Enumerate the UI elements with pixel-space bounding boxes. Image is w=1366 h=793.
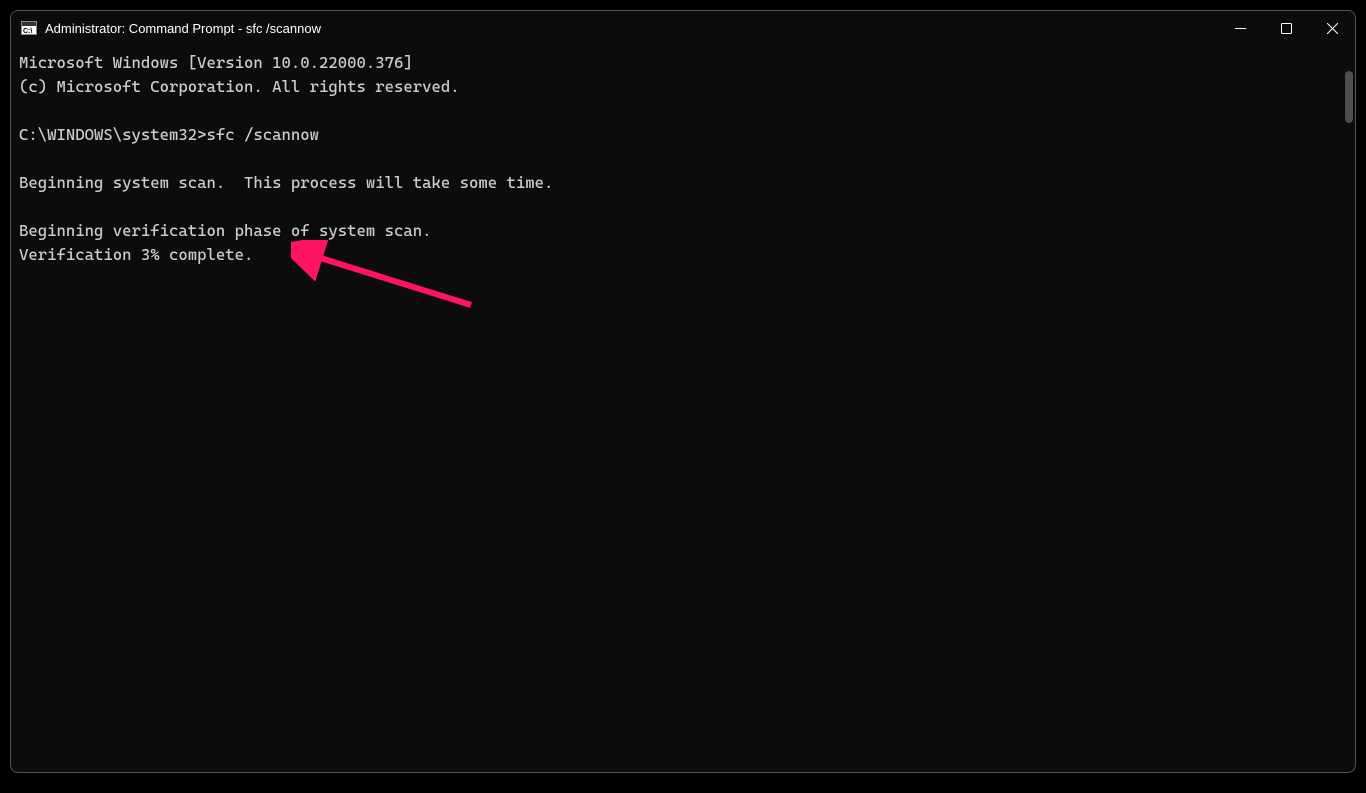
window-controls	[1217, 11, 1355, 45]
close-icon	[1327, 23, 1338, 34]
output-line: Beginning system scan. This process will…	[19, 173, 553, 192]
scrollbar-thumb[interactable]	[1345, 71, 1353, 123]
output-line: (c) Microsoft Corporation. All rights re…	[19, 77, 460, 96]
cmd-icon-label: C:\	[23, 28, 32, 35]
window-title: Administrator: Command Prompt - sfc /sca…	[45, 21, 321, 36]
scrollbar[interactable]	[1343, 47, 1353, 770]
maximize-button[interactable]	[1263, 11, 1309, 45]
output-line: Beginning verification phase of system s…	[19, 221, 432, 240]
output-line: Verification 3% complete.	[19, 245, 253, 264]
minimize-icon	[1235, 23, 1246, 34]
command-prompt-window: C:\ Administrator: Command Prompt - sfc …	[10, 10, 1356, 773]
prompt-line: C:\WINDOWS\system32>sfc /scannow	[19, 125, 319, 144]
minimize-button[interactable]	[1217, 11, 1263, 45]
cmd-icon: C:\	[21, 21, 37, 35]
terminal-output[interactable]: Microsoft Windows [Version 10.0.22000.37…	[11, 45, 1355, 772]
maximize-icon	[1281, 23, 1292, 34]
annotation-arrow	[291, 240, 491, 320]
close-button[interactable]	[1309, 11, 1355, 45]
titlebar[interactable]: C:\ Administrator: Command Prompt - sfc …	[11, 11, 1355, 45]
output-line: Microsoft Windows [Version 10.0.22000.37…	[19, 53, 413, 72]
